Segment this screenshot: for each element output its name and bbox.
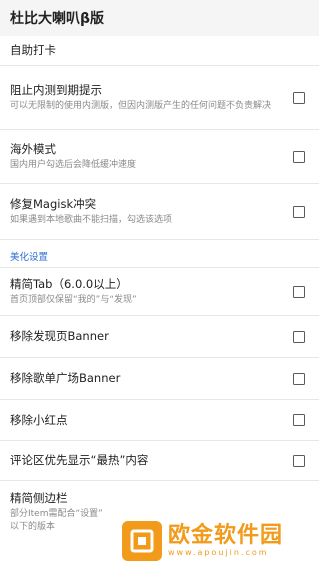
- setting-item-remove-playlist-banner[interactable]: 移除歌单广场Banner: [0, 358, 319, 400]
- setting-title: 阻止内测到期提示: [10, 82, 102, 97]
- checkbox[interactable]: [293, 150, 305, 163]
- setting-summary: 如果遇到本地歌曲不能扫描，勾选该选项: [10, 214, 173, 225]
- checkbox[interactable]: [293, 205, 305, 218]
- setting-item-block-expire-warning[interactable]: 阻止内测到期提示 可以无限制的使用内测版，但因内测版产生的任何问题不负责解决: [0, 66, 319, 130]
- settings-list: 自助打卡 阻止内测到期提示 可以无限制的使用内测版，但因内测版产生的任何问题不负…: [0, 36, 319, 543]
- app-bar: 杜比大喇叭β版: [0, 0, 319, 36]
- setting-summary-line2: 以下的版本: [10, 522, 56, 532]
- setting-item-simplify-sidebar[interactable]: 精简侧边栏 部分Item需配合“设置” 以下的版本: [0, 481, 319, 543]
- checkbox[interactable]: [293, 285, 305, 298]
- setting-item-remove-discover-banner[interactable]: 移除发现页Banner: [0, 316, 319, 358]
- checkbox[interactable]: [293, 330, 305, 343]
- setting-item-simplify-tab[interactable]: 精简Tab（6.0.0以上） 首页顶部仅保留“我的”与“发现”: [0, 268, 319, 316]
- setting-title: 海外模式: [10, 141, 56, 156]
- setting-summary: 首页顶部仅保留“我的”与“发现”: [10, 294, 137, 305]
- setting-title: 修复Magisk冲突: [10, 196, 97, 211]
- setting-title: 评论区优先显示“最热”内容: [10, 453, 149, 467]
- setting-item-fix-magisk[interactable]: 修复Magisk冲突 如果遇到本地歌曲不能扫描，勾选该选项: [0, 184, 319, 240]
- setting-title: 精简Tab（6.0.0以上）: [10, 276, 128, 291]
- setting-title: 移除歌单广场Banner: [10, 371, 121, 385]
- section-title: 美化设置: [10, 252, 49, 263]
- setting-title: 移除发现页Banner: [10, 329, 109, 343]
- checkbox[interactable]: [293, 91, 305, 104]
- app-title: 杜比大喇叭β版: [10, 11, 105, 27]
- checkbox[interactable]: [293, 454, 305, 467]
- checkin-row[interactable]: 自助打卡: [0, 36, 319, 66]
- section-header-beautify: 美化设置: [0, 240, 319, 268]
- setting-item-hot-comments-first[interactable]: 评论区优先显示“最热”内容: [0, 441, 319, 481]
- setting-item-remove-red-dot[interactable]: 移除小红点: [0, 400, 319, 441]
- setting-summary: 部分Item需配合“设置”: [10, 509, 103, 519]
- setting-item-overseas-mode[interactable]: 海外模式 国内用户勾选后会降低缓冲速度: [0, 130, 319, 184]
- setting-title: 移除小红点: [10, 412, 68, 427]
- setting-title: 精简侧边栏: [10, 491, 68, 505]
- setting-summary: 可以无限制的使用内测版，但因内测版产生的任何问题不负责解决: [10, 100, 272, 111]
- checkbox[interactable]: [293, 414, 305, 426]
- checkbox[interactable]: [293, 372, 305, 385]
- watermark-url: www.apoujin.com: [168, 548, 269, 557]
- setting-summary: 国内用户勾选后会降低缓冲速度: [10, 159, 137, 170]
- checkin-label: 自助打卡: [10, 43, 56, 57]
